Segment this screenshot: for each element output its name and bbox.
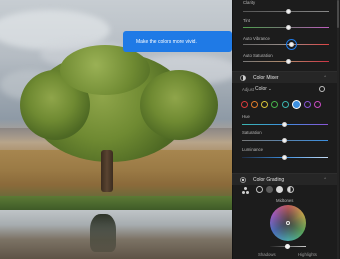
global-mode-icon[interactable] — [287, 186, 294, 193]
luminance-knob[interactable] — [282, 155, 287, 160]
shadows-label: Shadows — [258, 252, 276, 257]
tooltip-text: Make the colors more vivid. — [136, 38, 197, 45]
swatch-yellow[interactable] — [261, 101, 268, 108]
swatch-green[interactable] — [271, 101, 278, 108]
color-mixer-title: Color Mixer — [253, 75, 279, 81]
panel-scroll-thumb[interactable] — [337, 0, 339, 28]
mixer-saturation-label: Saturation — [242, 130, 262, 135]
swatch-blue[interactable] — [293, 101, 300, 108]
panel-scrollbar[interactable] — [337, 0, 339, 259]
shadows-mode-icon[interactable] — [256, 186, 263, 193]
adjust-select[interactable]: Color — [255, 86, 267, 92]
vibrance-knob[interactable] — [289, 42, 294, 47]
swatch-purple[interactable] — [304, 101, 311, 108]
clarity-label: Clarity — [243, 0, 256, 5]
adjust-label: Adjust — [242, 87, 254, 92]
chevron-up-icon[interactable]: ⌃ — [323, 75, 327, 81]
wheel-luminance-knob[interactable] — [285, 244, 290, 249]
hue-knob[interactable] — [282, 122, 287, 127]
target-adjust-icon[interactable] — [319, 86, 325, 92]
highlights-mode-icon[interactable] — [276, 186, 283, 193]
three-way-icon[interactable] — [242, 187, 249, 194]
luminance-label: Luminance — [242, 147, 264, 152]
tint-label: Tint — [243, 18, 251, 23]
hue-label: Hue — [242, 114, 250, 119]
swatch-magenta[interactable] — [314, 101, 321, 108]
tint-knob[interactable] — [286, 25, 291, 30]
swatch-orange[interactable] — [251, 101, 258, 108]
saturation-knob[interactable] — [286, 59, 291, 64]
vibrance-tooltip: Make the colors more vivid. — [123, 31, 232, 52]
vibrance-label: Auto Vibrance — [243, 36, 270, 41]
midtones-label: Midtones — [276, 198, 294, 203]
color-grading-header[interactable]: Color Grading ⌃ — [232, 173, 337, 185]
saturation-label: Auto Saturation — [243, 53, 273, 58]
swatch-red[interactable] — [241, 101, 248, 108]
highlights-label: Highlights — [298, 252, 317, 257]
chevron-down-icon[interactable]: ⌄ — [268, 86, 272, 92]
color-mixer-header[interactable]: Color Mixer ⌃ — [232, 71, 337, 83]
mixer-saturation-knob[interactable] — [282, 138, 287, 143]
color-wheel-handle[interactable] — [286, 221, 290, 225]
midtones-mode-icon[interactable] — [266, 186, 273, 193]
color-grading-icon — [240, 177, 246, 183]
color-mixer-icon — [240, 75, 246, 81]
swatch-aqua[interactable] — [282, 101, 289, 108]
clarity-knob[interactable] — [286, 9, 291, 14]
chevron-up-icon[interactable]: ⌃ — [323, 177, 327, 183]
color-grading-title: Color Grading — [253, 177, 285, 183]
